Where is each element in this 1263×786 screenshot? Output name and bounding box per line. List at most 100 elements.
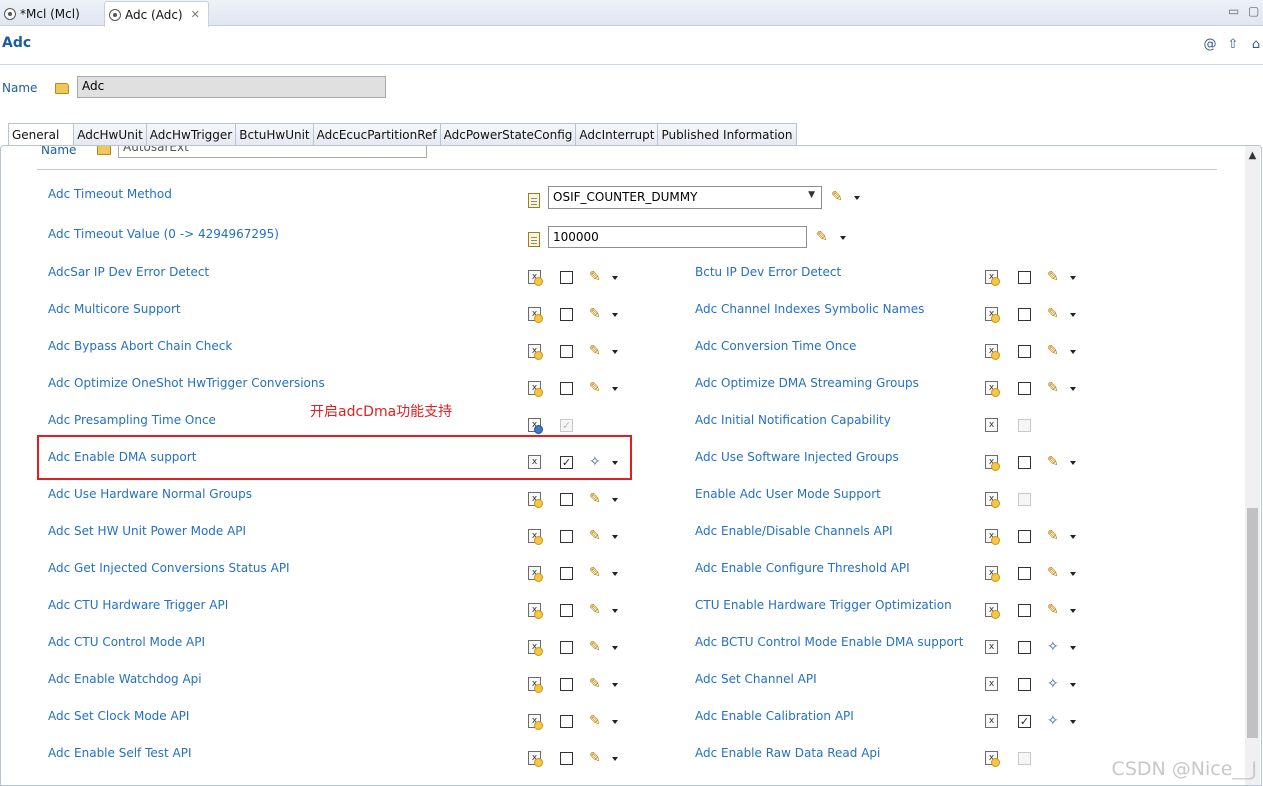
tab-adchwunit[interactable]: AdcHwUnit xyxy=(73,123,147,146)
maximize-icon[interactable]: ▢ xyxy=(1248,4,1259,18)
pencil-icon[interactable]: ✎ xyxy=(589,491,605,507)
param-checkbox[interactable] xyxy=(560,493,573,506)
dropdown-arrow-icon[interactable] xyxy=(1070,609,1076,613)
param-label: Adc BCTU Control Mode Enable DMA support xyxy=(695,635,964,649)
dropdown-arrow-icon[interactable] xyxy=(840,236,846,240)
dropdown-arrow-icon[interactable] xyxy=(612,313,618,317)
editor-tab-adc[interactable]: Adc (Adc) ✕ xyxy=(104,1,209,27)
param-checkbox[interactable] xyxy=(1018,382,1031,395)
tab-adchwtrigger[interactable]: AdcHwTrigger xyxy=(145,123,237,146)
param-checkbox[interactable] xyxy=(560,308,573,321)
editor-tab-mcl[interactable]: *Mcl (Mcl) xyxy=(0,1,88,26)
dropdown-arrow-icon[interactable] xyxy=(1070,350,1076,354)
param-checkbox[interactable] xyxy=(560,641,573,654)
pencil-icon[interactable]: ✎ xyxy=(1047,528,1063,544)
minimize-icon[interactable]: ▭ xyxy=(1228,4,1239,18)
dropdown-arrow-icon[interactable] xyxy=(612,498,618,502)
param-checkbox[interactable] xyxy=(1018,567,1031,580)
name-field[interactable]: Adc xyxy=(77,76,386,98)
param-checkbox[interactable] xyxy=(1018,530,1031,543)
dropdown-arrow-icon[interactable] xyxy=(612,646,618,650)
dropdown-arrow-icon[interactable] xyxy=(1070,276,1076,280)
dropdown-arrow-icon[interactable] xyxy=(854,196,860,200)
param-checkbox[interactable] xyxy=(560,678,573,691)
scrollbar-thumb[interactable] xyxy=(1247,508,1258,738)
param-checkbox[interactable] xyxy=(1018,308,1031,321)
dropdown-arrow-icon[interactable] xyxy=(1070,572,1076,576)
dropdown-arrow-icon[interactable] xyxy=(612,535,618,539)
pencil-icon[interactable]: ✎ xyxy=(589,639,605,655)
pencil-icon[interactable]: ✎ xyxy=(589,676,605,692)
tab-adcecucpartitionref[interactable]: AdcEcucPartitionRef xyxy=(312,123,441,146)
dropdown-arrow-icon[interactable] xyxy=(612,387,618,391)
pencil-icon[interactable]: ✎ xyxy=(589,380,605,396)
partial-name-field[interactable]: AutosarExt xyxy=(118,146,427,158)
dropdown-arrow-icon[interactable] xyxy=(612,609,618,613)
param-checkbox[interactable] xyxy=(1018,345,1031,358)
dropdown-arrow-icon[interactable] xyxy=(612,757,618,761)
tab-general[interactable]: General xyxy=(8,123,75,146)
dropdown-arrow-icon[interactable] xyxy=(1070,683,1076,687)
pencil-icon[interactable]: ✎ xyxy=(1047,306,1063,322)
param-checkbox[interactable] xyxy=(560,530,573,543)
parameter-type-icon: x xyxy=(985,566,1000,582)
tab-published-information[interactable]: Published Information xyxy=(657,123,797,146)
dropdown-arrow-icon[interactable] xyxy=(612,572,618,576)
pencil-icon[interactable]: ✎ xyxy=(831,189,847,205)
param-checkbox[interactable] xyxy=(560,271,573,284)
dropdown-arrow-icon[interactable] xyxy=(612,683,618,687)
pencil-icon[interactable]: ✎ xyxy=(589,750,605,766)
dropdown-arrow-icon[interactable] xyxy=(1070,535,1076,539)
close-icon[interactable]: ✕ xyxy=(191,8,200,21)
param-checkbox[interactable] xyxy=(560,715,573,728)
pencil-icon[interactable]: ✎ xyxy=(1047,380,1063,396)
dropdown-arrow-icon[interactable] xyxy=(612,461,618,465)
at-icon[interactable]: @ xyxy=(1203,38,1217,52)
dropdown-arrow-icon[interactable] xyxy=(1070,313,1076,317)
pencil-icon[interactable]: ✎ xyxy=(1047,269,1063,285)
pencil-icon[interactable]: ✎ xyxy=(1047,343,1063,359)
pencil-icon[interactable]: ✎ xyxy=(589,269,605,285)
tab-adcpowerstateconfig[interactable]: AdcPowerStateConfig xyxy=(439,123,577,146)
tab-bctuhwunit[interactable]: BctuHwUnit xyxy=(235,123,314,146)
dropdown-arrow-icon[interactable] xyxy=(612,720,618,724)
param-checkbox[interactable] xyxy=(1018,678,1031,691)
dropdown-arrow-icon[interactable] xyxy=(1070,720,1076,724)
pencil-icon[interactable]: ✎ xyxy=(589,528,605,544)
param-checkbox[interactable] xyxy=(1018,604,1031,617)
param-checkbox[interactable] xyxy=(560,604,573,617)
timeout-value-input[interactable]: 100000 xyxy=(548,226,807,248)
calculated-value-icon[interactable]: ✧ xyxy=(1047,676,1063,692)
pencil-icon[interactable]: ✎ xyxy=(589,713,605,729)
pencil-icon[interactable]: ✎ xyxy=(1047,565,1063,581)
param-checkbox[interactable]: ✓ xyxy=(1018,715,1031,728)
dropdown-arrow-icon[interactable] xyxy=(612,276,618,280)
dropdown-arrow-icon[interactable] xyxy=(1070,646,1076,650)
dropdown-arrow-icon[interactable] xyxy=(1070,387,1076,391)
pencil-icon[interactable]: ✎ xyxy=(1047,602,1063,618)
param-checkbox[interactable] xyxy=(1018,271,1031,284)
param-checkbox[interactable] xyxy=(560,752,573,765)
dropdown-arrow-icon[interactable] xyxy=(1070,461,1076,465)
param-checkbox[interactable] xyxy=(1018,456,1031,469)
pencil-icon[interactable]: ✎ xyxy=(589,602,605,618)
dropdown-arrow-icon[interactable] xyxy=(612,350,618,354)
pencil-icon[interactable]: ✎ xyxy=(589,306,605,322)
param-checkbox[interactable] xyxy=(1018,641,1031,654)
pencil-icon[interactable]: ✎ xyxy=(589,343,605,359)
tab-adcinterrupt[interactable]: AdcInterrupt xyxy=(575,123,659,146)
calculated-value-icon[interactable]: ✧ xyxy=(1047,639,1063,655)
calculated-value-icon[interactable]: ✧ xyxy=(1047,713,1063,729)
pencil-icon[interactable]: ✎ xyxy=(589,565,605,581)
param-checkbox[interactable] xyxy=(560,382,573,395)
home-icon[interactable]: ⌂ xyxy=(1249,38,1263,52)
scroll-up-icon[interactable]: ▲ xyxy=(1245,150,1260,165)
timeout-method-select[interactable]: OSIF_COUNTER_DUMMY ▼ xyxy=(548,186,822,209)
calculated-value-icon[interactable]: ✧ xyxy=(589,454,605,470)
param-checkbox[interactable] xyxy=(560,567,573,580)
pencil-icon[interactable]: ✎ xyxy=(816,229,832,245)
param-checkbox[interactable] xyxy=(560,345,573,358)
pencil-icon[interactable]: ✎ xyxy=(1047,454,1063,470)
up-arrow-icon[interactable]: ⇧ xyxy=(1226,38,1240,52)
param-checkbox[interactable]: ✓ xyxy=(560,456,573,469)
